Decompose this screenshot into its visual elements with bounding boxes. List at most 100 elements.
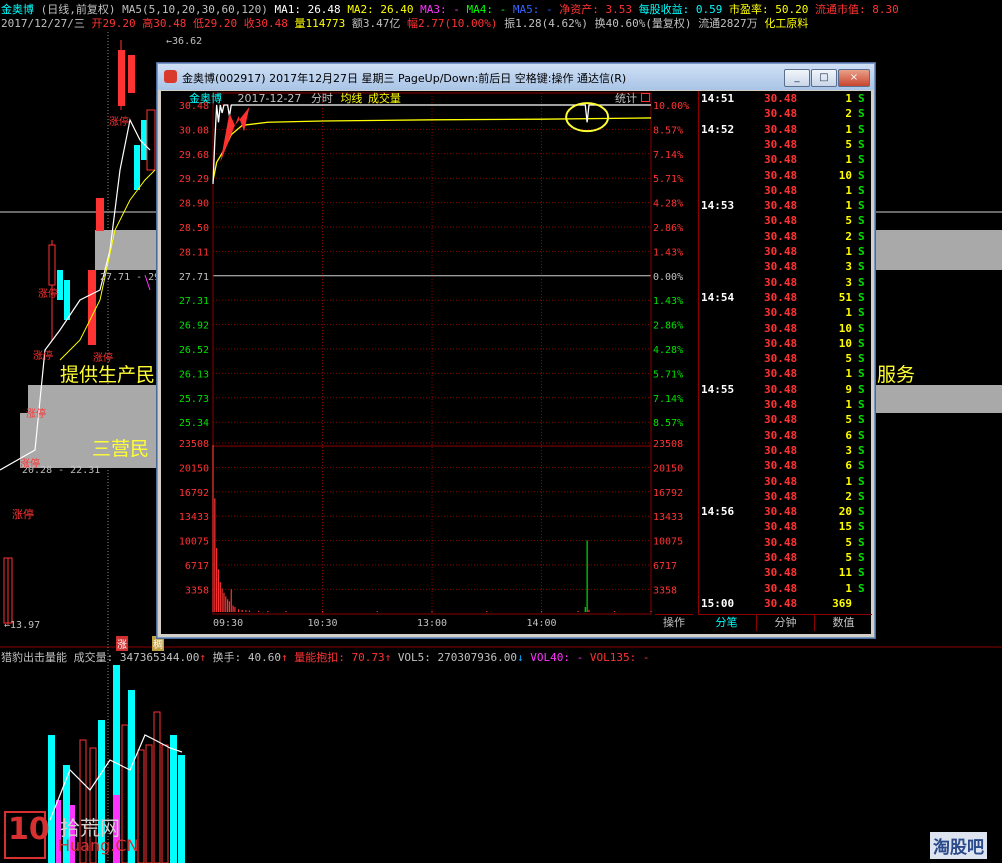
tick-side: S <box>858 566 865 580</box>
tick-price: 30.48 <box>764 275 798 289</box>
tick-volume: 10 <box>838 168 852 182</box>
time-tick-label: 10:30 <box>307 618 337 629</box>
industry: 化工原料 <box>764 17 809 30</box>
tick-volume: 5 <box>845 551 852 564</box>
tick-side: S <box>858 443 865 457</box>
tick-price: 30.48 <box>764 229 798 243</box>
price-tick-label: 29.29 <box>179 174 209 185</box>
period-label: (日线,前复权) <box>40 3 116 16</box>
pct-tick-label: 2.86% <box>653 321 683 332</box>
tick-volume: 1 <box>845 367 852 381</box>
overlay-text: 三营民 <box>92 438 150 460</box>
limit-up-tag: 涨停 <box>26 409 46 420</box>
chart-header: 金奥博 2017-12-27 分时 均线 成交量 <box>189 90 401 106</box>
time-tick-label: 09:30 <box>213 618 243 629</box>
tick-time: 14:53 <box>701 199 735 213</box>
close-button[interactable]: × <box>838 69 870 87</box>
tick-side: S <box>858 336 865 350</box>
tick-side: S <box>858 214 865 228</box>
chou-marker: 稠 <box>152 636 164 651</box>
tick-row: 30.48 5 S <box>698 214 878 229</box>
price-tick-label: 26.52 <box>179 345 209 356</box>
amplitude-value: 振1.28(4.62%) <box>504 17 588 30</box>
pct-tick-label: 2.86% <box>653 223 683 234</box>
tick-row: 30.48 2 S <box>698 230 878 245</box>
vol40-value: VOL40: - <box>530 651 584 664</box>
change-value: 幅2.77(10.00%) <box>406 17 498 30</box>
ma-params: MA5(5,10,20,30,60,120) <box>122 3 268 16</box>
tick-row: 30.48 1 S <box>698 367 878 382</box>
volume-tick-label: 13433 <box>179 512 209 523</box>
tick-side: S <box>858 489 865 503</box>
tick-side: S <box>858 382 865 396</box>
tick-volume: 5 <box>845 413 852 427</box>
energy-value: 量能抱扣: 70.73 <box>294 651 385 664</box>
pct-tick-label: 7.14% <box>653 394 683 405</box>
tick-price: 30.48 <box>764 153 798 167</box>
tick-volume: 15 <box>838 520 852 534</box>
tick-price: 30.48 <box>764 551 798 564</box>
tick-row: 30.48 6 S <box>698 459 878 474</box>
tick-row: 30.48 15 S <box>698 520 878 535</box>
high-price-label: ←36.62 <box>166 36 203 47</box>
tick-row: 30.48 5 S <box>698 413 878 428</box>
volume-tick-label: 10075 <box>179 537 209 548</box>
tick-side: S <box>858 520 865 534</box>
tick-price: 30.48 <box>764 474 798 488</box>
tick-side: S <box>858 260 865 274</box>
tab-values[interactable]: 数值 <box>814 614 872 631</box>
chart-stock-name: 金奥博 <box>189 92 222 105</box>
tick-time: 14:54 <box>701 290 735 304</box>
price-tick-label: 28.50 <box>179 223 209 234</box>
tick-side: S <box>858 505 865 519</box>
tick-list[interactable]: 14:51 30.48 1 S 30.48 2 S 14:52 30.48 1 S 30.48 5 S 30… <box>698 91 871 614</box>
turnover-rate: 换手: 40.60 <box>212 651 281 664</box>
tick-volume: 1 <box>845 398 852 411</box>
close-value: 收30.48 <box>243 17 288 30</box>
tick-price: 30.48 <box>764 535 798 549</box>
tick-price: 30.48 <box>764 321 798 335</box>
bar-date: 2017/12/27/三 <box>1 17 85 30</box>
window-titlebar[interactable]: 金奥博(002917) 2017年12月27日 星期三 PageUp/Down:… <box>158 64 874 90</box>
ohlc-header: 2017/12/27/三 开29.20 高30.48 低29.20 收30.48… <box>1 17 808 30</box>
tick-volume: 1 <box>845 581 852 595</box>
price-tick-label: 26.92 <box>179 321 209 332</box>
tick-volume: 5 <box>845 352 852 366</box>
chart-date: 2017-12-27 <box>237 92 302 105</box>
action-button[interactable]: 操作 <box>655 614 693 631</box>
pct-tick-label: 5.71% <box>653 174 683 185</box>
pct-tick-label: 8.57% <box>653 418 683 429</box>
pct-tick-label: 10.00% <box>653 101 689 112</box>
volume-tick-label: 6717 <box>653 561 677 572</box>
tick-price: 30.48 <box>764 245 798 258</box>
tick-row: 14:51 30.48 1 S <box>698 92 878 107</box>
app-icon <box>164 70 177 83</box>
price-tick-label: 28.11 <box>179 247 209 258</box>
volume-tick-label: 10075 <box>653 537 683 548</box>
tab-minutes[interactable]: 分钟 <box>756 614 814 631</box>
tick-volume: 1 <box>845 199 852 213</box>
price-tick-label: 26.13 <box>179 369 209 380</box>
stock-name: 金奥博 <box>1 3 34 16</box>
tick-price: 30.48 <box>764 183 798 197</box>
tick-side: S <box>858 535 865 549</box>
limit-up-tag: 涨停 <box>109 117 129 128</box>
turnover-value: 换40.60%(量复权) <box>594 17 692 30</box>
intraday-window[interactable]: 金奥博(002917) 2017年12月27日 星期三 PageUp/Down:… <box>157 63 875 638</box>
price-tick-label: 29.68 <box>179 150 209 161</box>
tick-price: 30.48 <box>764 413 798 427</box>
tick-volume: 3 <box>845 275 852 289</box>
maximize-button[interactable]: □ <box>811 69 837 87</box>
float-shares: 流通2827万 <box>698 17 758 30</box>
tick-volume: 1 <box>845 92 852 105</box>
amount-value: 额3.47亿 <box>351 17 401 30</box>
stats-button[interactable]: 统计 <box>615 90 650 106</box>
tick-price: 30.48 <box>764 505 798 519</box>
tick-time: 14:52 <box>701 122 735 136</box>
tick-row: 30.48 11 S <box>698 566 878 581</box>
ma4-value: MA4: - <box>466 3 507 16</box>
tab-ticks[interactable]: 分笔 <box>698 614 755 631</box>
minimize-button[interactable]: _ <box>784 69 810 87</box>
tick-volume: 5 <box>845 137 852 151</box>
tick-row: 30.48 1 S <box>698 153 878 168</box>
